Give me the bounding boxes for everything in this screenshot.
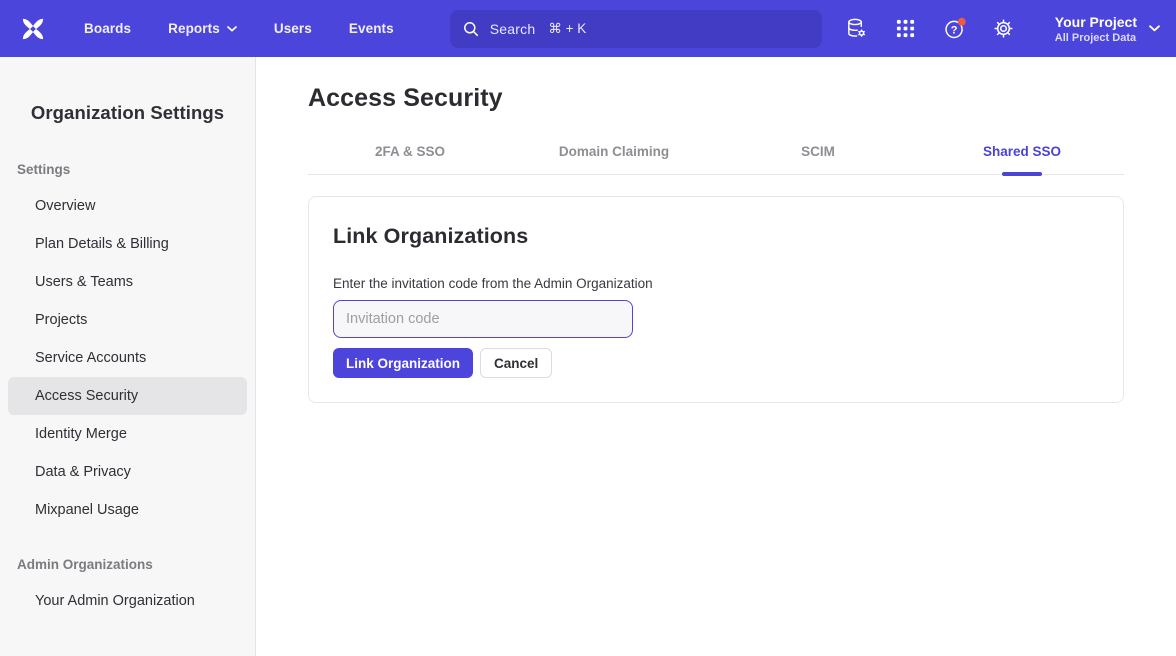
section-label-settings: Settings [17, 162, 255, 177]
link-organizations-card: Link Organizations Enter the invitation … [308, 196, 1124, 403]
sidebar-item-plan-details-billing[interactable]: Plan Details & Billing [0, 225, 255, 263]
search-icon [463, 21, 479, 37]
mixpanel-logo[interactable] [18, 14, 48, 44]
sidebar-item-users-teams[interactable]: Users & Teams [0, 263, 255, 301]
help-button[interactable]: ? [943, 17, 967, 41]
navbar-right: ? Your Project All Project Data [845, 13, 1160, 45]
mixpanel-logo-icon [19, 15, 47, 43]
help-icon: ? [943, 16, 967, 41]
sidebar-item-service-accounts[interactable]: Service Accounts [0, 339, 255, 377]
data-management-icon [845, 17, 868, 40]
button-row: Link Organization Cancel [333, 348, 1099, 378]
top-navbar: Boards Reports Users Events Search ⌘ + K [0, 0, 1176, 57]
section-label-admin-organizations: Admin Organizations [17, 557, 255, 572]
chevron-down-icon [227, 26, 237, 32]
tab-domain-claiming[interactable]: Domain Claiming [512, 144, 716, 174]
invitation-code-input[interactable] [333, 300, 633, 338]
nav-users[interactable]: Users [274, 21, 312, 36]
active-tab-underline [1002, 172, 1042, 176]
tab-shared-sso[interactable]: Shared SSO [920, 144, 1124, 174]
sidebar-item-mixpanel-usage[interactable]: Mixpanel Usage [0, 491, 255, 529]
chevron-down-icon [1149, 25, 1160, 32]
settings-gear-icon [992, 17, 1015, 40]
card-title: Link Organizations [333, 224, 1099, 249]
apps-grid-button[interactable] [894, 17, 918, 41]
tab-bar: 2FA & SSO Domain Claiming SCIM Shared SS… [308, 144, 1124, 175]
cancel-button[interactable]: Cancel [480, 348, 552, 378]
search-shortcut: ⌘ + K [548, 21, 586, 37]
tab-2fa-sso[interactable]: 2FA & SSO [308, 144, 512, 174]
tab-scim[interactable]: SCIM [716, 144, 920, 174]
primary-nav: Boards Reports Users Events [84, 21, 394, 36]
invitation-code-label: Enter the invitation code from the Admin… [333, 276, 1099, 291]
sidebar-item-overview[interactable]: Overview [0, 187, 255, 225]
sidebar-item-data-privacy[interactable]: Data & Privacy [0, 453, 255, 491]
page-title: Access Security [308, 84, 1124, 113]
main-content: Access Security 2FA & SSO Domain Claimin… [256, 57, 1176, 656]
notification-dot [958, 18, 966, 26]
project-name: Your Project [1055, 13, 1137, 31]
sidebar-item-identity-merge[interactable]: Identity Merge [0, 415, 255, 453]
sidebar-item-your-admin-organization[interactable]: Your Admin Organization [0, 582, 255, 620]
settings-sidebar: Organization Settings Settings Overview … [0, 57, 256, 656]
data-management-button[interactable] [845, 17, 869, 41]
nav-events[interactable]: Events [349, 21, 394, 36]
search-placeholder: Search [490, 21, 536, 37]
project-selector[interactable]: Your Project All Project Data [1055, 13, 1160, 45]
search-input[interactable]: Search ⌘ + K [450, 10, 822, 48]
sidebar-item-access-security[interactable]: Access Security [8, 377, 247, 415]
settings-button[interactable] [992, 17, 1016, 41]
svg-text:?: ? [950, 24, 957, 36]
sidebar-item-projects[interactable]: Projects [0, 301, 255, 339]
link-organization-button[interactable]: Link Organization [333, 348, 473, 378]
nav-reports[interactable]: Reports [168, 21, 237, 36]
nav-boards[interactable]: Boards [84, 21, 131, 36]
apps-grid-icon [895, 18, 916, 39]
sidebar-title: Organization Settings [0, 102, 255, 124]
project-subtitle: All Project Data [1055, 31, 1137, 45]
